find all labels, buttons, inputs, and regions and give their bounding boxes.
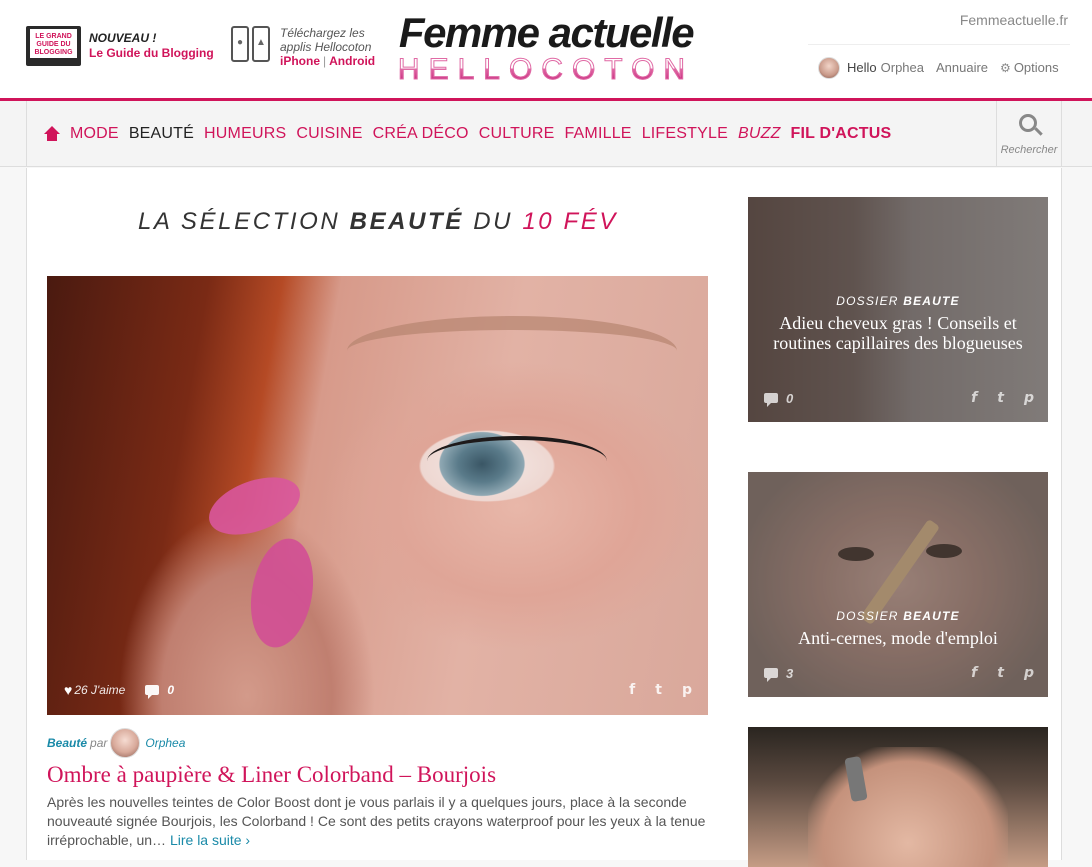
page-title: LA SÉLECTION BEAUTÉ DU 10 FÉV bbox=[47, 208, 709, 236]
card-shade bbox=[748, 197, 1048, 422]
hero-stats: ♥ 26 J'aime 0 bbox=[64, 682, 175, 699]
card-kicker-label: DOSSIER bbox=[836, 294, 899, 308]
sidebar-card[interactable] bbox=[748, 727, 1048, 867]
options-label: Options bbox=[1013, 60, 1059, 75]
apple-phone-icon[interactable]: ● bbox=[231, 26, 249, 62]
hero-eyebrow bbox=[347, 316, 677, 386]
card-title[interactable]: Adieu cheveux gras ! Conseils et routine… bbox=[763, 313, 1033, 353]
card-footer: 0 f t p bbox=[764, 390, 1034, 407]
user-bar: Hello Orphea Annuaire ⚙ Options bbox=[808, 44, 1070, 90]
article-category[interactable]: Beauté bbox=[47, 736, 87, 750]
article-by: par bbox=[90, 736, 108, 750]
gear-icon: ⚙ bbox=[1000, 61, 1011, 75]
nav-item-culture[interactable]: CULTURE bbox=[479, 125, 555, 143]
comment-icon[interactable] bbox=[145, 685, 160, 699]
hero-eyeliner bbox=[427, 436, 607, 486]
logo-hellocoton: HELLOCOTON bbox=[397, 53, 695, 86]
article-title[interactable]: Ombre à paupière & Liner Colorband – Bou… bbox=[47, 762, 496, 788]
avatar[interactable] bbox=[110, 728, 141, 758]
sidebar-card[interactable]: DOSSIER BEAUTE Anti-cernes, mode d'emplo… bbox=[748, 472, 1048, 697]
article-excerpt-text: Après les nouvelles teintes de Color Boo… bbox=[47, 794, 706, 848]
options-link[interactable]: ⚙ Options bbox=[1000, 60, 1059, 75]
selection-middle: DU bbox=[473, 208, 514, 235]
nav-item-famille[interactable]: FAMILLE bbox=[564, 125, 631, 143]
pinterest-icon[interactable]: p bbox=[1024, 390, 1034, 406]
article-meta: Beauté par Orphea bbox=[47, 728, 185, 758]
share-buttons: f t p bbox=[609, 682, 692, 698]
comment-icon[interactable] bbox=[764, 393, 778, 407]
site-logo[interactable]: Femme actuelle HELLOCOTON bbox=[396, 9, 696, 86]
android-link[interactable]: Android bbox=[329, 54, 375, 68]
logo-femme-actuelle: Femme actuelle bbox=[398, 9, 695, 56]
apps-promo: ● ▲ Téléchargez les applis Hellocoton iP… bbox=[231, 26, 380, 68]
hero-nail bbox=[242, 533, 322, 653]
femmeactuelle-link[interactable]: Femmeactuelle.fr bbox=[960, 12, 1068, 28]
guide-link[interactable]: Le Guide du Blogging bbox=[89, 46, 214, 61]
comment-icon[interactable] bbox=[764, 668, 778, 682]
like-label[interactable]: J'aime bbox=[91, 683, 125, 697]
annuaire-link[interactable]: Annuaire bbox=[936, 60, 988, 75]
guide-book-cover: LE GRAND GUIDE DU BLOGGING bbox=[30, 29, 77, 58]
guide-book-icon[interactable]: LE GRAND GUIDE DU BLOGGING bbox=[26, 26, 81, 66]
card-title[interactable]: Anti-cernes, mode d'emploi bbox=[763, 628, 1033, 648]
nav-item-mode[interactable]: MODE bbox=[70, 125, 119, 143]
nav-item-lifestyle[interactable]: LIFESTYLE bbox=[642, 125, 728, 143]
heart-icon[interactable]: ♥ bbox=[64, 682, 72, 698]
hero-nail bbox=[201, 466, 308, 546]
hero-image[interactable]: ♥ 26 J'aime 0 f t p bbox=[47, 276, 708, 715]
username-link[interactable]: Orphea bbox=[881, 60, 924, 75]
comment-count: 0 bbox=[167, 683, 175, 697]
pinterest-icon[interactable]: p bbox=[682, 682, 692, 698]
card-comment-count: 0 bbox=[786, 390, 794, 406]
selection-category: BEAUTÉ bbox=[349, 208, 464, 235]
apps-text: Téléchargez les applis Hellocoton bbox=[280, 26, 372, 54]
hello-text: Hello bbox=[847, 60, 877, 75]
like-count: 26 bbox=[74, 683, 88, 697]
card-kicker-label: DOSSIER bbox=[836, 609, 899, 623]
article-excerpt: Après les nouvelles teintes de Color Boo… bbox=[47, 793, 707, 850]
sidebar-card[interactable]: DOSSIER BEAUTE Adieu cheveux gras ! Cons… bbox=[748, 197, 1048, 422]
card-kicker: DOSSIER BEAUTE bbox=[748, 609, 1048, 623]
card-kicker-bold: BEAUTE bbox=[903, 294, 960, 308]
card-kicker: DOSSIER BEAUTE bbox=[748, 294, 1048, 308]
twitter-icon[interactable]: t bbox=[997, 390, 1004, 406]
card-shade bbox=[748, 472, 1048, 697]
twitter-icon[interactable]: t bbox=[997, 665, 1004, 681]
card-image-hand bbox=[808, 747, 1008, 867]
main-nav: MODE BEAUTÉ HUMEURS CUISINE CRÉA DÉCO CU… bbox=[0, 101, 1092, 167]
facebook-icon[interactable]: f bbox=[971, 390, 977, 406]
nav-item-crea-deco[interactable]: CRÉA DÉCO bbox=[373, 125, 469, 143]
search-icon-handle bbox=[1034, 127, 1043, 136]
article-author[interactable]: Orphea bbox=[145, 736, 185, 750]
nav-item-humeurs[interactable]: HUMEURS bbox=[204, 125, 286, 143]
nav-item-beaute[interactable]: BEAUTÉ bbox=[129, 125, 194, 143]
selection-date: 10 FÉV bbox=[522, 208, 618, 235]
android-phone-icon[interactable]: ▲ bbox=[252, 26, 270, 62]
home-icon[interactable] bbox=[43, 126, 61, 142]
avatar[interactable] bbox=[818, 56, 840, 79]
search-label: Rechercher bbox=[1000, 144, 1058, 156]
nav-item-fil-actus[interactable]: FIL D'ACTUS bbox=[791, 125, 892, 143]
iphone-link[interactable]: iPhone bbox=[280, 54, 320, 68]
card-kicker-bold: BEAUTE bbox=[903, 609, 960, 623]
main-content: LA SÉLECTION BEAUTÉ DU 10 FÉV ♥ 26 J'aim… bbox=[26, 168, 1062, 867]
read-more-link[interactable]: Lire la suite › bbox=[170, 832, 250, 848]
blogging-guide-promo[interactable]: LE GRAND GUIDE DU BLOGGING NOUVEAU ! Le … bbox=[26, 26, 214, 66]
card-footer: 3 f t p bbox=[764, 665, 1034, 682]
promo-badge: NOUVEAU ! bbox=[89, 31, 157, 45]
twitter-icon[interactable]: t bbox=[655, 682, 662, 698]
facebook-icon[interactable]: f bbox=[971, 665, 977, 681]
search-button[interactable]: Rechercher bbox=[996, 101, 1062, 167]
card-comment-count: 3 bbox=[786, 665, 794, 681]
apps-separator: | bbox=[323, 54, 327, 68]
pinterest-icon[interactable]: p bbox=[1024, 665, 1034, 681]
nav-item-cuisine[interactable]: CUISINE bbox=[296, 125, 362, 143]
nav-item-buzz[interactable]: BUZZ bbox=[738, 125, 781, 143]
selection-prefix: LA SÉLECTION bbox=[137, 208, 341, 235]
site-header: LE GRAND GUIDE DU BLOGGING NOUVEAU ! Le … bbox=[0, 0, 1092, 98]
facebook-icon[interactable]: f bbox=[629, 682, 635, 698]
